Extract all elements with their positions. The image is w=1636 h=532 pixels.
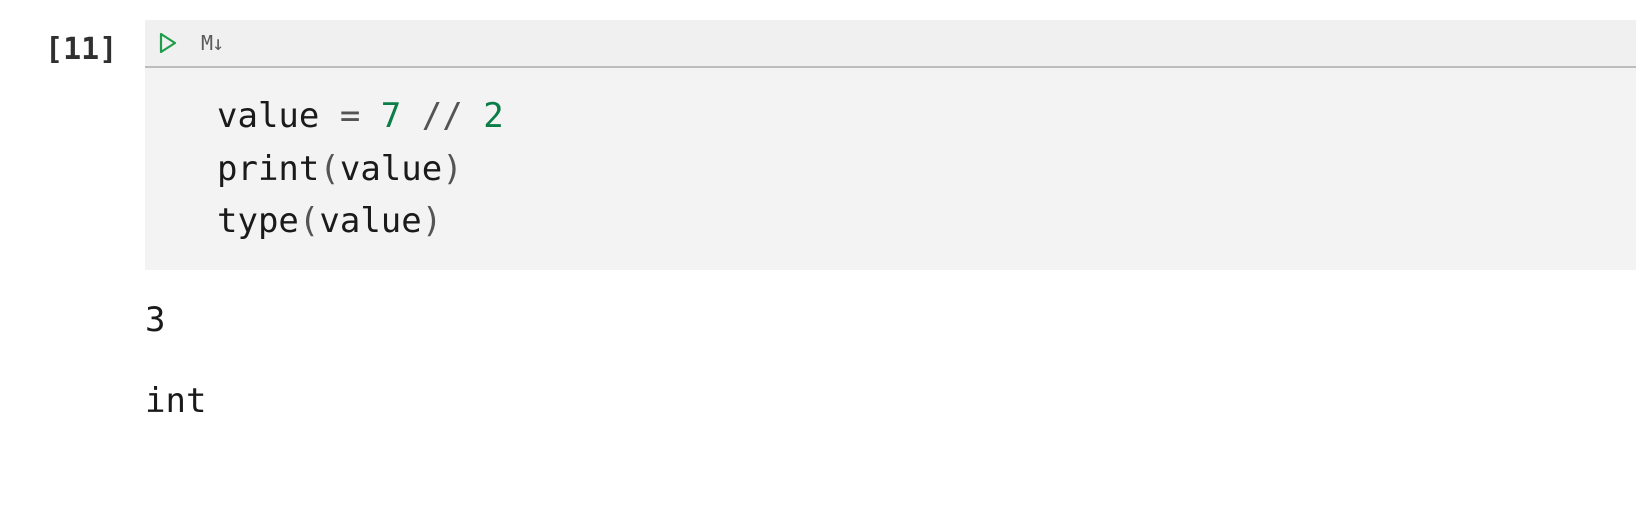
prompt-close: ] <box>99 32 117 67</box>
run-cell-button[interactable] <box>159 33 177 53</box>
code-token: ( <box>319 149 339 189</box>
markdown-toggle-button[interactable]: M↓ <box>201 31 223 55</box>
cell-header-row: [11] M↓ <box>25 20 1636 68</box>
code-editor[interactable]: value = 7 // 2 print(value) type(value) <box>145 68 1636 270</box>
code-token: 2 <box>483 96 503 136</box>
code-token: print <box>217 149 319 189</box>
code-token: // <box>422 96 463 136</box>
prompt-number: 11 <box>63 32 99 67</box>
notebook-cell: [11] M↓ value = 7 // 2 print(value) type… <box>0 0 1636 427</box>
cell-toolbar: M↓ <box>145 20 1636 68</box>
code-token: = <box>340 96 360 136</box>
prompt-open: [ <box>45 32 63 67</box>
execution-count: [11] <box>25 20 145 67</box>
code-gutter <box>25 68 145 270</box>
code-token: value <box>217 96 340 136</box>
code-token <box>463 96 483 136</box>
code-token: ) <box>422 201 442 241</box>
code-token: value <box>319 201 421 241</box>
stdout-line: 3 <box>145 300 165 340</box>
code-token: value <box>340 149 442 189</box>
output-gap <box>145 347 1636 375</box>
code-token: ) <box>442 149 462 189</box>
left-rail <box>0 20 25 427</box>
result-line: int <box>145 381 206 421</box>
code-token: ( <box>299 201 319 241</box>
code-token: 7 <box>381 96 401 136</box>
cell-area: [11] M↓ value = 7 // 2 print(value) type… <box>25 20 1636 427</box>
code-token: type <box>217 201 299 241</box>
cell-output: 3 int <box>25 270 1636 427</box>
play-icon <box>159 33 177 53</box>
code-token <box>360 96 380 136</box>
code-token <box>401 96 421 136</box>
code-input-row: value = 7 // 2 print(value) type(value) <box>25 68 1636 270</box>
